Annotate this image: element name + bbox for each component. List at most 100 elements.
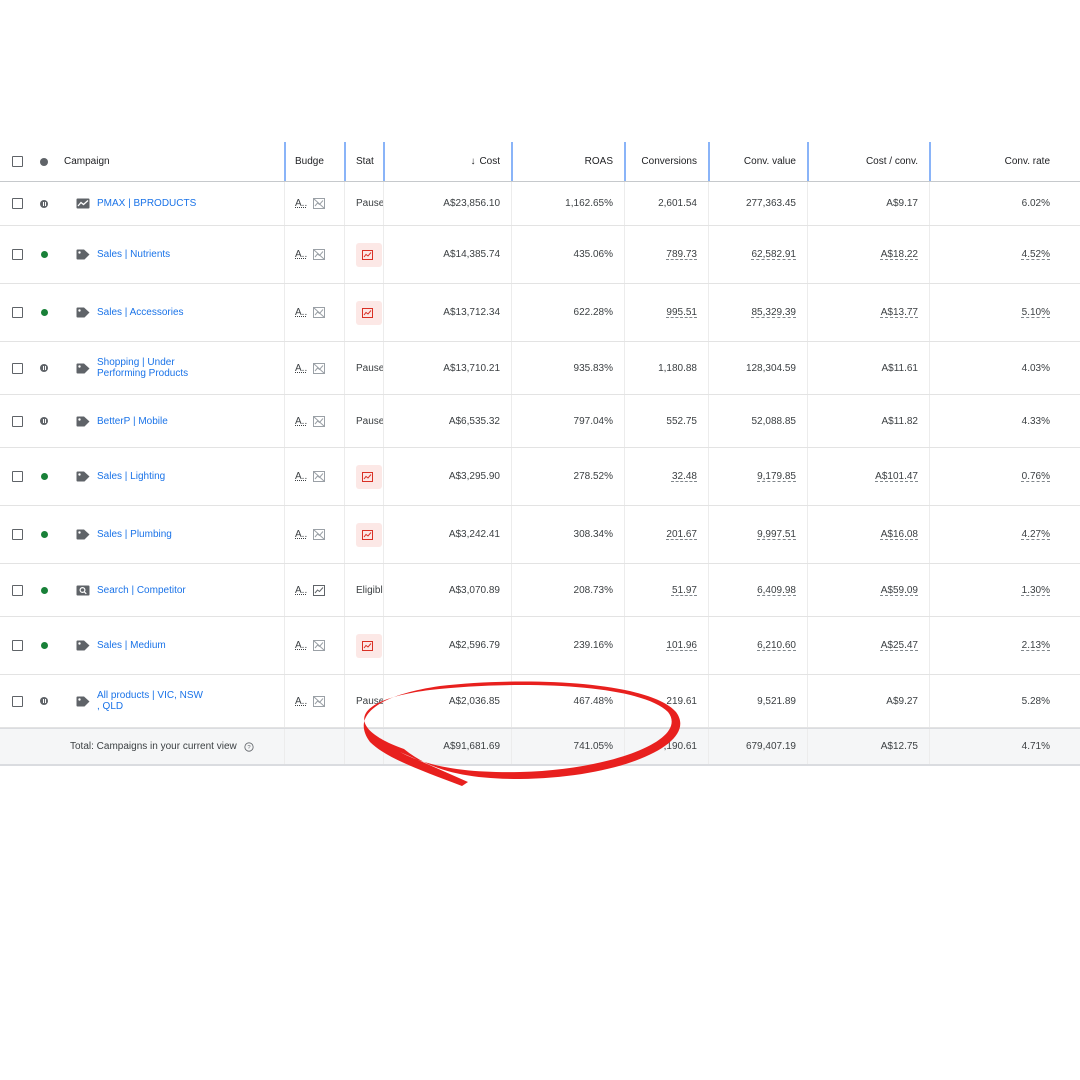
row-checkbox[interactable]: [12, 448, 26, 505]
conv-rate-cell[interactable]: 4.27%: [930, 506, 1080, 563]
limited-status-badge[interactable]: [356, 242, 382, 267]
conv-rate-cell[interactable]: 5.10%: [930, 284, 1080, 341]
budget-cell[interactable]: A..: [285, 182, 344, 225]
campaign-name-link[interactable]: Sales | Medium: [97, 640, 166, 651]
budget-cell[interactable]: A..: [285, 342, 344, 394]
budget-cell[interactable]: A..: [285, 675, 344, 727]
limited-status-badge[interactable]: [356, 300, 382, 325]
campaign-name-link[interactable]: Sales | Accessories: [97, 307, 184, 318]
row-status[interactable]: [40, 675, 54, 727]
header-roas[interactable]: ROAS: [512, 142, 624, 181]
chart-off-icon[interactable]: [313, 529, 326, 540]
table-row[interactable]: All products | VIC, NSW, QLD A.. Pause A…: [0, 675, 1080, 728]
budget-value[interactable]: A..: [295, 529, 307, 540]
campaign-name-link[interactable]: Shopping | Under Performing Products: [97, 357, 188, 379]
row-status[interactable]: [40, 448, 54, 505]
conv-rate-cell[interactable]: 2.13%: [930, 617, 1080, 674]
row-checkbox[interactable]: [12, 226, 26, 283]
campaign-name-link[interactable]: Sales | Plumbing: [97, 529, 172, 540]
header-conversions[interactable]: Conversions: [625, 142, 708, 181]
column-divider[interactable]: [383, 142, 385, 181]
status-cell[interactable]: [345, 448, 384, 505]
row-status[interactable]: [40, 395, 54, 447]
budget-cell[interactable]: A..: [285, 448, 344, 505]
chart-off-icon[interactable]: [313, 640, 326, 651]
budget-cell[interactable]: A..: [285, 506, 344, 563]
row-status[interactable]: [40, 506, 54, 563]
chart-off-icon[interactable]: [313, 695, 326, 707]
status-cell[interactable]: Pause: [345, 395, 384, 447]
conv-rate-cell[interactable]: 1.30%: [930, 564, 1080, 616]
table-row[interactable]: Search | Competitor A.. Eligibl A$3,070.…: [0, 564, 1080, 617]
column-divider[interactable]: [929, 142, 931, 181]
campaign-name-link[interactable]: Sales | Nutrients: [97, 249, 170, 260]
row-status[interactable]: [40, 226, 54, 283]
budget-cell[interactable]: A..: [285, 617, 344, 674]
status-cell[interactable]: Pause: [345, 182, 384, 225]
table-row[interactable]: Sales | Lighting A.. A$3,295.90 278.52% …: [0, 448, 1080, 506]
header-conv-rate[interactable]: Conv. rate: [930, 142, 1080, 181]
chart-off-icon[interactable]: [313, 471, 326, 482]
conversions-cell[interactable]: 789.73: [625, 226, 708, 283]
budget-cell[interactable]: A..: [285, 226, 344, 283]
campaign-name-link[interactable]: PMAX | BPRODUCTS: [97, 198, 196, 209]
column-divider[interactable]: [344, 142, 346, 181]
budget-value[interactable]: A..: [295, 416, 307, 427]
budget-value[interactable]: A..: [295, 363, 307, 374]
conversions-cell[interactable]: 51.97: [625, 564, 708, 616]
column-divider[interactable]: [511, 142, 513, 181]
chart-off-icon[interactable]: [313, 415, 326, 427]
table-row[interactable]: Sales | Accessories A.. A$13,712.34 622.…: [0, 284, 1080, 342]
cost-per-conv-cell[interactable]: A$59.09: [808, 564, 929, 616]
budget-cell[interactable]: A..: [285, 395, 344, 447]
chart-icon[interactable]: [313, 584, 326, 596]
column-divider[interactable]: [624, 142, 626, 181]
table-row[interactable]: Sales | Plumbing A.. A$3,242.41 308.34% …: [0, 506, 1080, 564]
conv-value-cell[interactable]: 9,997.51: [709, 506, 807, 563]
status-cell[interactable]: Eligibl: [345, 564, 384, 616]
table-row[interactable]: Shopping | Under Performing Products A.. …: [0, 342, 1080, 395]
conversions-cell[interactable]: 101.96: [625, 617, 708, 674]
limited-status-badge[interactable]: [356, 464, 382, 489]
table-row[interactable]: BetterP | Mobile A.. Pause A$6,535.32 79…: [0, 395, 1080, 448]
campaign-name-link[interactable]: Search | Competitor: [97, 585, 186, 596]
cost-per-conv-cell[interactable]: A$101.47: [808, 448, 929, 505]
conv-value-cell[interactable]: 9,179.85: [709, 448, 807, 505]
cost-per-conv-cell[interactable]: A$18.22: [808, 226, 929, 283]
column-divider[interactable]: [284, 142, 286, 181]
cost-per-conv-cell[interactable]: A$13.77: [808, 284, 929, 341]
limited-status-badge[interactable]: [356, 633, 382, 658]
conversions-cell[interactable]: 995.51: [625, 284, 708, 341]
budget-value[interactable]: A..: [295, 696, 307, 707]
campaign-name-link[interactable]: Sales | Lighting: [97, 471, 165, 482]
header-cost-per-conv[interactable]: Cost / conv.: [808, 142, 929, 181]
column-divider[interactable]: [708, 142, 710, 181]
chart-off-icon[interactable]: [313, 307, 326, 318]
status-cell[interactable]: [345, 226, 384, 283]
budget-value[interactable]: A..: [295, 471, 307, 482]
budget-value[interactable]: A..: [295, 249, 307, 260]
row-checkbox[interactable]: [12, 284, 26, 341]
help-icon[interactable]: ?: [244, 741, 254, 752]
conv-rate-cell[interactable]: 4.52%: [930, 226, 1080, 283]
select-all-checkbox[interactable]: [12, 142, 26, 181]
conv-value-cell[interactable]: 6,210.60: [709, 617, 807, 674]
conv-value-cell[interactable]: 6,409.98: [709, 564, 807, 616]
row-status[interactable]: [40, 617, 54, 674]
row-status[interactable]: [40, 564, 54, 616]
table-row[interactable]: Sales | Medium A.. A$2,596.79 239.16% 10…: [0, 617, 1080, 675]
conv-value-cell[interactable]: 62,582.91: [709, 226, 807, 283]
header-campaign[interactable]: Campaign: [64, 142, 284, 181]
table-row[interactable]: PMAX | BPRODUCTS A.. Pause A$23,856.10 1…: [0, 182, 1080, 226]
header-cost[interactable]: ↓ Cost: [384, 142, 511, 181]
campaign-name-link[interactable]: All products | VIC, NSW, QLD: [97, 690, 203, 712]
budget-value[interactable]: A..: [295, 640, 307, 651]
budget-value[interactable]: A..: [295, 198, 307, 209]
row-checkbox[interactable]: [12, 617, 26, 674]
row-status[interactable]: [40, 182, 54, 225]
row-checkbox[interactable]: [12, 506, 26, 563]
cost-per-conv-cell[interactable]: A$16.08: [808, 506, 929, 563]
budget-cell[interactable]: A..: [285, 284, 344, 341]
header-status[interactable]: Stat: [345, 142, 384, 181]
status-cell[interactable]: Pause: [345, 675, 384, 727]
